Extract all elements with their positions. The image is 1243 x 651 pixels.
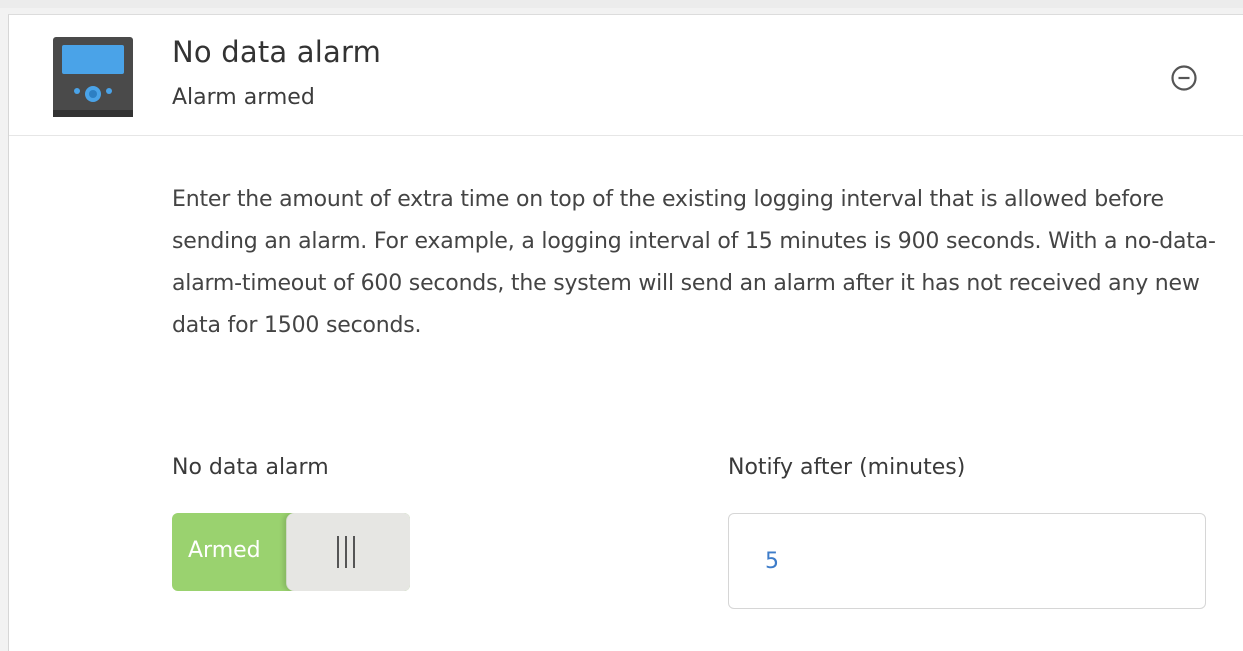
- no-data-alarm-panel: No data alarm Alarm armed Enter the amou…: [8, 14, 1243, 651]
- panel-title: No data alarm: [172, 35, 382, 69]
- top-strip: [0, 0, 1243, 8]
- alarm-description: Enter the amount of extra time on top of…: [172, 187, 1216, 338]
- panel-header[interactable]: No data alarm Alarm armed: [9, 15, 1243, 136]
- no-data-alarm-label: No data alarm: [172, 455, 329, 480]
- grip-icon: [334, 536, 358, 568]
- minus-circle-icon[interactable]: [1169, 63, 1199, 93]
- toggle-knob[interactable]: [286, 513, 410, 591]
- alarm-status-text: Alarm armed: [172, 85, 315, 110]
- alarm-armed-toggle[interactable]: Armed: [172, 513, 410, 591]
- notify-after-label: Notify after (minutes): [728, 455, 966, 480]
- toggle-state-text: Armed: [188, 538, 261, 563]
- notify-after-input[interactable]: [728, 513, 1206, 609]
- gx-device-icon: [52, 36, 134, 118]
